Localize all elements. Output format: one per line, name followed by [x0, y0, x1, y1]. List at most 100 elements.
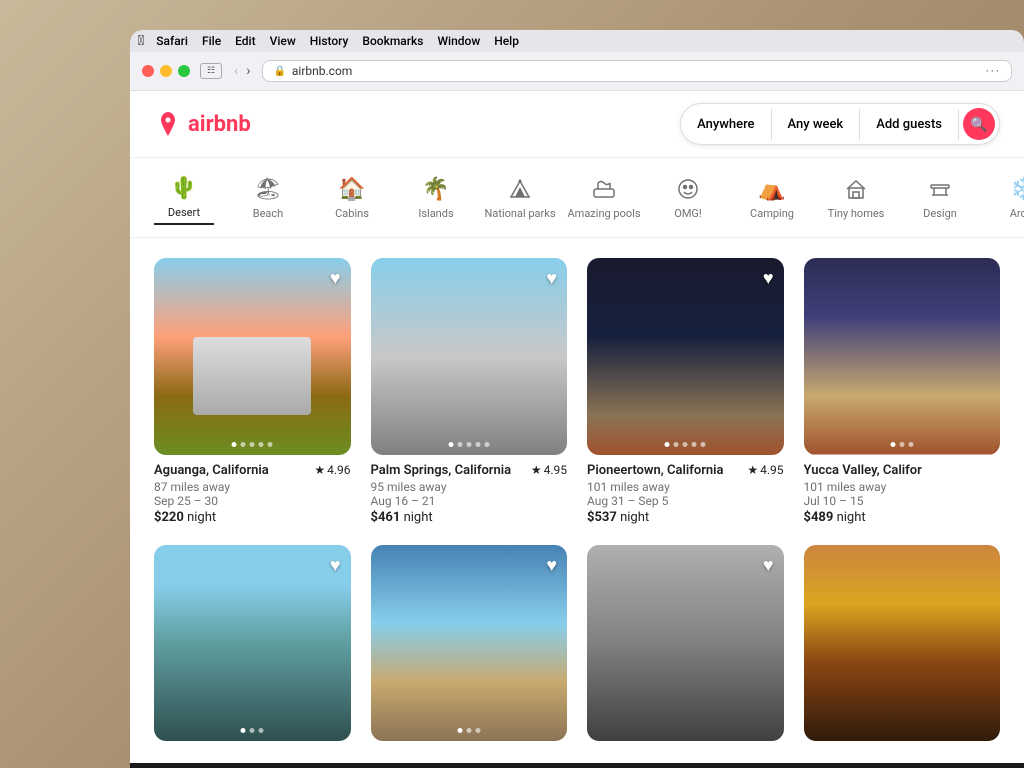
dot: [241, 728, 246, 733]
dot: [899, 442, 904, 447]
listing-card-3[interactable]: ♥ Pioneertown, California: [587, 258, 784, 525]
search-when[interactable]: Any week: [772, 109, 861, 140]
menu-bookmarks[interactable]: Bookmarks: [362, 34, 423, 48]
macos-menubar:  Safari File Edit View History Bookmark…: [130, 30, 1024, 52]
image-dots-6: [457, 728, 480, 733]
category-desert[interactable]: 🌵 Desert: [154, 170, 214, 225]
desert-icon: 🌵: [170, 174, 197, 202]
listing-image-8: [804, 545, 1001, 742]
category-beach[interactable]: 🏖 Beach: [238, 171, 298, 224]
listing-image-4: [804, 258, 1001, 455]
category-cabins[interactable]: 🏠 Cabins: [322, 171, 382, 224]
back-button[interactable]: ‹: [232, 63, 240, 79]
menu-safari[interactable]: Safari: [156, 34, 188, 48]
search-where[interactable]: Anywhere: [681, 109, 771, 140]
listing-dates-3: Aug 31 – Sep 5: [587, 494, 784, 508]
apple-icon: : [138, 33, 144, 49]
dot: [475, 728, 480, 733]
minimize-button[interactable]: [160, 65, 172, 77]
dot: [890, 442, 895, 447]
category-islands-label: Islands: [418, 207, 453, 220]
wishlist-button-3[interactable]: ♥: [763, 268, 774, 289]
listing-location-3: Pioneertown, California: [587, 463, 724, 478]
fullscreen-button[interactable]: [178, 65, 190, 77]
listing-price-1: $220 night: [154, 510, 351, 525]
category-beach-label: Beach: [253, 207, 284, 220]
wishlist-button-5[interactable]: ♥: [330, 555, 341, 576]
listing-card-7[interactable]: ♥: [587, 545, 784, 750]
listing-location-4: Yucca Valley, Califor: [804, 463, 922, 478]
cabins-icon: 🏠: [338, 175, 365, 203]
tiny-homes-icon: [844, 175, 868, 203]
dot: [683, 442, 688, 447]
search-who[interactable]: Add guests: [860, 109, 959, 140]
category-national-parks[interactable]: National parks: [490, 171, 550, 224]
category-amazing-pools[interactable]: Amazing pools: [574, 171, 634, 224]
menu-window[interactable]: Window: [437, 34, 480, 48]
menu-history[interactable]: History: [310, 34, 349, 48]
wishlist-button-6[interactable]: ♥: [546, 555, 557, 576]
wishlist-button-2[interactable]: ♥: [546, 268, 557, 289]
category-tiny-homes-label: Tiny homes: [828, 207, 885, 220]
listing-image-3: ♥: [587, 258, 784, 455]
listing-price-3: $537 night: [587, 510, 784, 525]
wishlist-button-1[interactable]: ♥: [330, 268, 341, 289]
listing-card-1[interactable]: ♥ Aguanga, California: [154, 258, 351, 525]
reader-mode-icon: ···: [986, 64, 1001, 78]
category-arctic[interactable]: ❄️ Arctic: [994, 171, 1024, 224]
listing-info-2: Palm Springs, California ★ 4.95 95 miles…: [371, 455, 568, 525]
forward-button[interactable]: ›: [244, 63, 252, 79]
tab-overview-button[interactable]: ☷: [200, 63, 222, 79]
mac-frame:  Safari File Edit View History Bookmark…: [0, 0, 1024, 768]
star-icon: ★: [531, 463, 542, 477]
image-dots-3: [665, 442, 706, 447]
category-amazing-pools-label: Amazing pools: [568, 207, 641, 220]
listing-info-7: [587, 741, 784, 749]
listing-info-4: Yucca Valley, Califor 101 miles away Jul…: [804, 455, 1001, 525]
category-tiny-homes[interactable]: Tiny homes: [826, 171, 886, 224]
dot: [250, 442, 255, 447]
listing-image-7: ♥: [587, 545, 784, 742]
national-parks-icon: [508, 175, 532, 203]
listing-image-2: ♥: [371, 258, 568, 455]
listing-title-row-4: Yucca Valley, Califor: [804, 463, 1001, 478]
dot: [908, 442, 913, 447]
listing-dates-2: Aug 16 – 21: [371, 494, 568, 508]
omg-icon: [676, 175, 700, 203]
image-dots-5: [241, 728, 264, 733]
dot: [701, 442, 706, 447]
listing-card-2[interactable]: ♥ Palm Springs, California: [371, 258, 568, 525]
category-design[interactable]: Design: [910, 171, 970, 224]
menu-edit[interactable]: Edit: [235, 34, 255, 48]
listing-info-3: Pioneertown, California ★ 4.95 101 miles…: [587, 455, 784, 525]
category-camping-label: Camping: [750, 207, 794, 220]
airbnb-logo[interactable]: airbnb: [154, 110, 251, 138]
category-camping[interactable]: ⛺ Camping: [742, 171, 802, 224]
listing-card-6[interactable]: ♥: [371, 545, 568, 750]
search-button[interactable]: 🔍: [963, 108, 995, 140]
menu-file[interactable]: File: [202, 34, 221, 48]
menu-view[interactable]: View: [270, 34, 296, 48]
listing-card-4[interactable]: Yucca Valley, Califor 101 miles away Jul…: [804, 258, 1001, 525]
category-nav: 🌵 Desert 🏖 Beach 🏠 Cabins 🌴 Islands: [130, 158, 1024, 238]
url-text: airbnb.com: [292, 64, 352, 78]
listing-distance-2: 95 miles away: [371, 480, 568, 494]
listing-distance-1: 87 miles away: [154, 480, 351, 494]
wishlist-button-7[interactable]: ♥: [763, 555, 774, 576]
close-button[interactable]: [142, 65, 154, 77]
dot: [232, 442, 237, 447]
category-omg[interactable]: OMG!: [658, 171, 718, 224]
listings-grid: ♥ Aguanga, California: [130, 238, 1024, 763]
listing-card-5[interactable]: ♥: [154, 545, 351, 750]
listing-price-4: $489 night: [804, 510, 1001, 525]
address-bar[interactable]: 🔒 airbnb.com ···: [262, 60, 1012, 82]
dot: [674, 442, 679, 447]
browser-chrome: ☷ ‹ › 🔒 airbnb.com ···: [130, 52, 1024, 91]
menu-help[interactable]: Help: [494, 34, 519, 48]
listing-card-8[interactable]: [804, 545, 1001, 750]
category-islands[interactable]: 🌴 Islands: [406, 171, 466, 224]
listing-info-5: [154, 741, 351, 749]
listing-location-1: Aguanga, California: [154, 463, 269, 478]
dot: [268, 442, 273, 447]
dot: [484, 442, 489, 447]
